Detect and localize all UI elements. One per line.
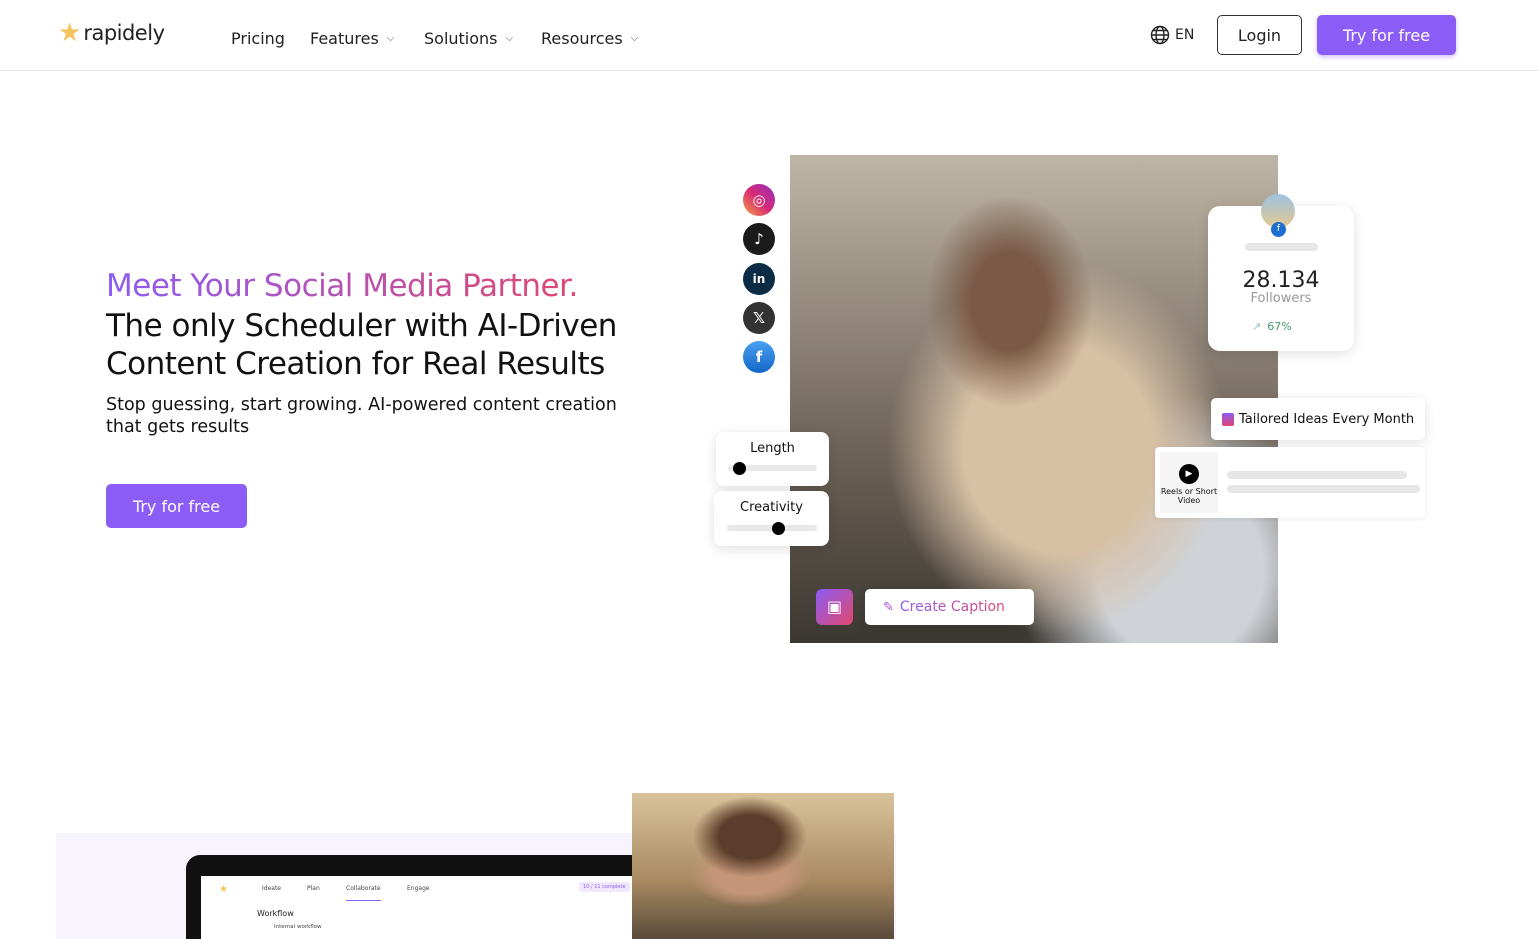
chevron-down-icon: ⌵ — [630, 33, 639, 44]
preview-tab-engage[interactable]: Engage — [407, 885, 430, 892]
chevron-down-icon: ⌵ — [386, 33, 395, 44]
preview-tab-ideate[interactable]: Ideate — [262, 885, 281, 892]
language-label: EN — [1175, 27, 1195, 43]
tiktok-icon: ♪ — [743, 223, 775, 255]
nav-solutions[interactable]: Solutions ⌵ — [424, 29, 513, 48]
placeholder-bar — [1227, 485, 1420, 493]
app-logo-icon: ★ — [219, 884, 228, 895]
length-slider-handle[interactable] — [732, 462, 746, 475]
followers-count: 28.134 — [1242, 268, 1320, 293]
growth-indicator: ↗ 67% — [1252, 320, 1292, 333]
logo[interactable]: ★ rapidely — [58, 20, 165, 46]
chevron-down-icon: ⌵ — [505, 33, 514, 44]
x-icon: 𝕏 — [743, 302, 775, 334]
creativity-slider-handle[interactable] — [772, 522, 786, 535]
hero-try-for-free-button[interactable]: Try for free — [106, 484, 247, 528]
instagram-icon: ◎ — [743, 184, 775, 216]
top-nav: ★ rapidely Pricing Features ⌵ Solutions ⌵ … — [0, 0, 1539, 71]
growth-value: 67% — [1267, 320, 1292, 333]
placeholder-bar — [1227, 471, 1407, 479]
workflow-title: Workflow — [257, 909, 294, 918]
globe-icon — [1150, 25, 1170, 45]
facebook-icon: f — [743, 341, 775, 373]
tailored-ideas-label: Tailored Ideas Every Month — [1239, 411, 1415, 427]
nav-pricing[interactable]: Pricing — [231, 29, 285, 48]
calendar-icon — [1222, 412, 1234, 426]
nav-features[interactable]: Features ⌵ — [310, 29, 394, 48]
logo-text: rapidely — [83, 21, 165, 45]
app-preview-screen: ★ Ideate Plan Collaborate Engage 10 / 11… — [201, 876, 641, 939]
length-slider-card: Length — [716, 432, 829, 486]
tailored-ideas-card: Tailored Ideas Every Month — [1211, 398, 1425, 440]
preview-photo — [632, 793, 894, 939]
preview-tab-plan[interactable]: Plan — [307, 885, 320, 892]
preview-tab-collaborate[interactable]: Collaborate — [346, 885, 381, 901]
ai-bot-icon: ▣ — [816, 589, 853, 625]
creativity-slider-card: Creativity — [714, 491, 829, 546]
progress-badge: 10 / 11 complete — [579, 882, 630, 892]
placeholder-bar — [1245, 243, 1318, 251]
length-label: Length — [750, 441, 795, 456]
internal-workflow-label: Internal workflow — [274, 924, 322, 930]
try-for-free-button[interactable]: Try for free — [1317, 15, 1456, 55]
hero-headline: The only Scheduler with AI-Driven Conten… — [106, 308, 617, 382]
facebook-badge-icon: f — [1271, 222, 1286, 237]
language-selector[interactable]: EN — [1150, 25, 1194, 45]
create-caption-button[interactable]: ✎ Create Caption — [865, 589, 1034, 625]
trend-up-icon: ↗ — [1252, 320, 1262, 333]
login-button[interactable]: Login — [1217, 15, 1302, 55]
logo-star-icon: ★ — [58, 18, 82, 48]
nav-resources[interactable]: Resources ⌵ — [541, 29, 638, 48]
reels-card: ▶ Reels or Short Video — [1155, 447, 1425, 518]
hero-photo — [790, 155, 1278, 643]
creativity-label: Creativity — [740, 500, 803, 515]
nav-features-label: Features — [310, 29, 379, 48]
play-icon: ▶ — [1179, 464, 1199, 484]
nav-pricing-label: Pricing — [231, 29, 285, 48]
hero-subtitle: Stop guessing, start growing. AI-powered… — [106, 395, 617, 437]
followers-label: Followers — [1250, 291, 1312, 306]
create-caption-label: Create Caption — [899, 599, 1005, 615]
reels-label: Reels or Short Video — [1160, 487, 1218, 505]
nav-solutions-label: Solutions — [424, 29, 498, 48]
linkedin-icon: in — [743, 263, 775, 295]
nav-resources-label: Resources — [541, 29, 623, 48]
pencil-icon: ✎ — [883, 599, 894, 615]
hero-headline-accent: Meet Your Social Media Partner. — [106, 268, 578, 304]
